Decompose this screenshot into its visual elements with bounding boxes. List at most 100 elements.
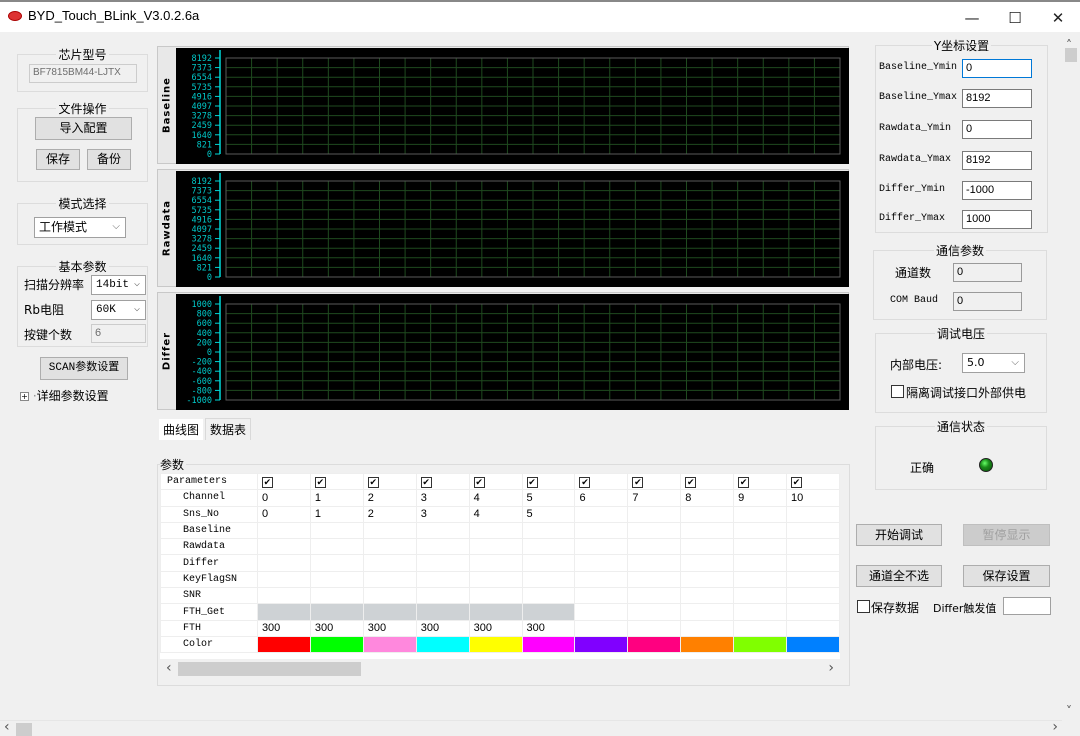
chevron-down-icon: ⌵ [1011, 357, 1019, 368]
differ-trigger-input[interactable] [1003, 597, 1051, 615]
scan-resolution-dropdown[interactable]: 14bit ⌵ [91, 275, 146, 295]
y-field-input-differ-ymin[interactable]: -1000 [962, 181, 1032, 200]
scroll-left-arrow-icon[interactable]: ‹ [166, 660, 172, 676]
channel-checkbox[interactable]: ✔ [314, 476, 326, 488]
row-label: Parameters [160, 473, 258, 491]
channel-color-swatch[interactable] [362, 635, 417, 654]
window-scroll-left-icon[interactable]: ‹ [4, 719, 10, 735]
y-field-input-baseline-ymin[interactable]: 0 [962, 59, 1032, 78]
y-tick-label: 400 [197, 329, 212, 339]
tab-curve[interactable]: 曲线图 [159, 419, 204, 440]
y-tick-label: 800 [197, 310, 212, 320]
y-tick-label: 200 [197, 338, 212, 348]
table-cell [309, 521, 364, 540]
channel-color-swatch[interactable] [680, 635, 735, 654]
mode-select-dropdown[interactable]: 工作模式 ⌵ [34, 217, 126, 238]
table-cell [574, 505, 629, 523]
row-label: Sns_No [160, 505, 258, 523]
detail-params-tree-item[interactable]: + ·详细参数设置 [20, 387, 109, 404]
channel-checkbox[interactable]: ✔ [261, 476, 273, 488]
table-cell [680, 538, 735, 556]
chevron-down-icon: ⌵ [133, 279, 140, 290]
table-scroll-thumb[interactable] [178, 662, 361, 676]
maximize-button[interactable]: ☐ [995, 6, 1035, 30]
channel-color-swatch[interactable] [521, 635, 576, 654]
save-data-checkbox[interactable] [857, 600, 870, 613]
import-config-button[interactable]: 导入配置 [35, 117, 132, 140]
table-cell [362, 521, 417, 540]
expand-plus-icon[interactable]: + [20, 392, 29, 401]
table-cell [362, 554, 417, 572]
channel-checkbox[interactable]: ✔ [420, 476, 432, 488]
table-cell [521, 554, 576, 572]
internal-voltage-dropdown[interactable]: 5.0 ⌵ [962, 353, 1025, 373]
backup-button[interactable]: 备份 [87, 149, 131, 170]
y-tick-label: 4097 [192, 102, 212, 112]
scroll-right-arrow-icon[interactable]: › [828, 660, 834, 676]
scroll-down-arrow-icon[interactable]: ˅ [1066, 704, 1072, 718]
key-count-field: 6 [91, 324, 146, 343]
window-vscroll-thumb[interactable] [1065, 48, 1077, 62]
table-cell [680, 554, 735, 572]
table-horizontal-scrollbar[interactable]: ‹ › [160, 660, 840, 678]
y-field-input-baseline-ymax[interactable]: 8192 [962, 89, 1032, 108]
table-row: Baseline [160, 521, 840, 540]
deselect-all-channels-button[interactable]: 通道全不选 [856, 565, 942, 587]
table-cell [627, 521, 682, 540]
channel-checkbox[interactable]: ✔ [367, 476, 379, 488]
table-cell [468, 521, 523, 540]
table-cell [468, 538, 523, 556]
channel-checkbox[interactable]: ✔ [791, 476, 803, 488]
table-cell [256, 570, 311, 589]
y-field-input-rawdata-ymin[interactable]: 0 [962, 120, 1032, 139]
channel-color-swatch[interactable] [627, 635, 682, 654]
save-button[interactable]: 保存 [36, 149, 80, 170]
table-cell [415, 570, 470, 589]
y-tick-label: 8192 [192, 177, 212, 187]
channel-color-swatch[interactable] [786, 635, 840, 654]
channel-checkbox[interactable]: ✔ [632, 476, 644, 488]
table-cell: ✔ [680, 473, 735, 491]
table-cell [521, 521, 576, 540]
row-label: FTH [160, 619, 258, 637]
scan-settings-button[interactable]: SCAN参数设置 [40, 357, 128, 380]
window-horizontal-scrollbar[interactable]: ‹ › [0, 719, 1062, 736]
app-logo-icon [8, 11, 22, 21]
table-cell [309, 570, 364, 589]
rb-resistor-dropdown[interactable]: 60K ⌵ [91, 300, 146, 320]
channel-checkbox[interactable]: ✔ [526, 476, 538, 488]
rb-resistor-value: 60K [96, 304, 116, 316]
channel-color-swatch[interactable] [733, 635, 788, 654]
table-cell [521, 570, 576, 589]
channel-checkbox[interactable]: ✔ [473, 476, 485, 488]
window-scroll-right-icon[interactable]: › [1052, 719, 1058, 735]
window-hscroll-thumb[interactable] [16, 723, 32, 736]
table-cell: 7 [627, 489, 682, 507]
channel-color-swatch[interactable] [415, 635, 470, 654]
y-field-input-differ-ymax[interactable]: 1000 [962, 210, 1032, 229]
channel-checkbox[interactable]: ✔ [738, 476, 750, 488]
y-field-input-rawdata-ymax[interactable]: 8192 [962, 151, 1032, 170]
close-button[interactable]: ✕ [1038, 6, 1078, 30]
y-tick-label: 600 [197, 319, 212, 329]
chart-title: Baseline [161, 77, 173, 133]
window-vertical-scrollbar[interactable]: ˄ ˅ [1062, 38, 1080, 720]
tab-data-table[interactable]: 数据表 [205, 418, 252, 440]
save-settings-button[interactable]: 保存设置 [963, 565, 1050, 587]
start-debug-button[interactable]: 开始调试 [856, 524, 942, 546]
isolate-power-checkbox[interactable] [891, 385, 904, 398]
mode-select-title: 模式选择 [56, 197, 109, 211]
channel-checkbox[interactable]: ✔ [579, 476, 591, 488]
minimize-button[interactable]: — [952, 6, 992, 30]
y-tick-label: 6554 [192, 196, 212, 206]
channel-color-swatch[interactable] [256, 635, 311, 654]
channel-color-swatch[interactable] [468, 635, 523, 654]
channel-color-swatch[interactable] [309, 635, 364, 654]
table-cell [627, 603, 682, 621]
window-title: BYD_Touch_BLink_V3.0.2.6a [28, 8, 200, 23]
table-cell: 5 [521, 489, 576, 507]
debug-voltage-title: 调试电压 [934, 327, 987, 341]
channel-checkbox[interactable]: ✔ [685, 476, 697, 488]
table-cell: 2 [362, 489, 417, 507]
channel-color-swatch[interactable] [574, 635, 629, 654]
